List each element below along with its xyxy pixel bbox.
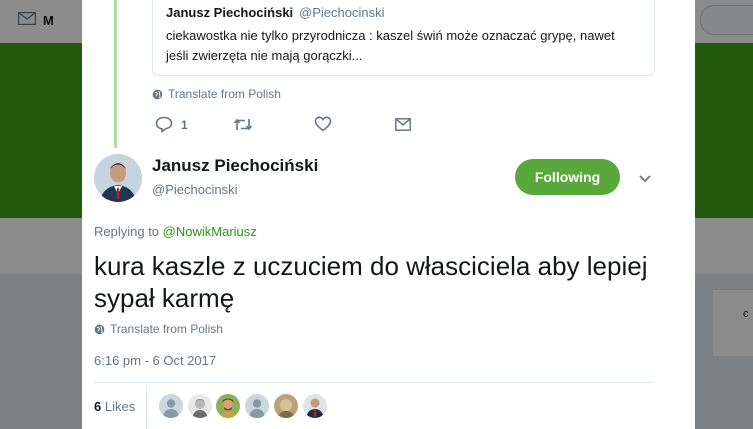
reply-button[interactable]: 1	[155, 116, 188, 133]
mail-icon	[395, 118, 411, 131]
replying-to: Replying to @NowikMariusz	[94, 224, 257, 239]
likes-separator	[146, 386, 147, 429]
liker-avatar[interactable]	[188, 394, 212, 418]
liker-avatar[interactable]	[274, 394, 298, 418]
globe-icon	[94, 324, 105, 334]
quoted-author-name: Janusz Piechociński	[166, 5, 294, 20]
following-button[interactable]: Following	[515, 159, 620, 195]
quoted-tweet-card[interactable]: Janusz Piechociński @Piechocinski ciekaw…	[152, 0, 655, 76]
tweet-translate-link[interactable]: Translate from Polish	[94, 322, 223, 336]
author-avatar[interactable]	[94, 154, 142, 202]
replying-to-link[interactable]: @NowikMariusz	[163, 224, 257, 239]
reply-icon	[155, 116, 173, 133]
tweet-translate-label: Translate from Polish	[110, 322, 223, 336]
globe-icon	[152, 89, 163, 99]
chevron-down-icon[interactable]	[637, 170, 653, 186]
quoted-author-handle: @Piechocinski	[299, 5, 385, 20]
quoted-tweet-text: ciekawostka nie tylko przyrodnicza : kas…	[166, 28, 615, 63]
divider	[94, 382, 654, 383]
direct-message-button[interactable]	[395, 118, 411, 131]
thread-line	[114, 0, 117, 148]
author-name[interactable]: Janusz Piechociński	[152, 156, 318, 176]
tweet-text: kura kaszle z uczuciem do własciciela ab…	[94, 251, 648, 313]
reply-count: 1	[181, 117, 188, 132]
parent-translate-label: Translate from Polish	[168, 87, 281, 101]
retweet-icon	[233, 118, 253, 131]
parent-translate-link[interactable]: Translate from Polish	[152, 87, 281, 101]
likes-label: Likes	[104, 399, 136, 414]
author-handle[interactable]: @Piechocinski	[152, 182, 237, 197]
liker-avatar[interactable]	[216, 394, 240, 418]
liker-avatar[interactable]	[303, 394, 327, 418]
likes-count: 6	[94, 399, 102, 414]
retweet-button[interactable]	[233, 117, 253, 132]
liker-avatar[interactable]	[159, 394, 183, 418]
tweet-modal: Janusz Piechociński @Piechocinski ciekaw…	[82, 0, 695, 429]
like-button[interactable]	[314, 116, 332, 132]
likes-stat[interactable]: 6 Likes	[94, 399, 135, 414]
liker-avatar[interactable]	[245, 394, 269, 418]
heart-icon	[314, 116, 332, 132]
tweet-timestamp[interactable]: 6:16 pm - 6 Oct 2017	[94, 353, 216, 368]
